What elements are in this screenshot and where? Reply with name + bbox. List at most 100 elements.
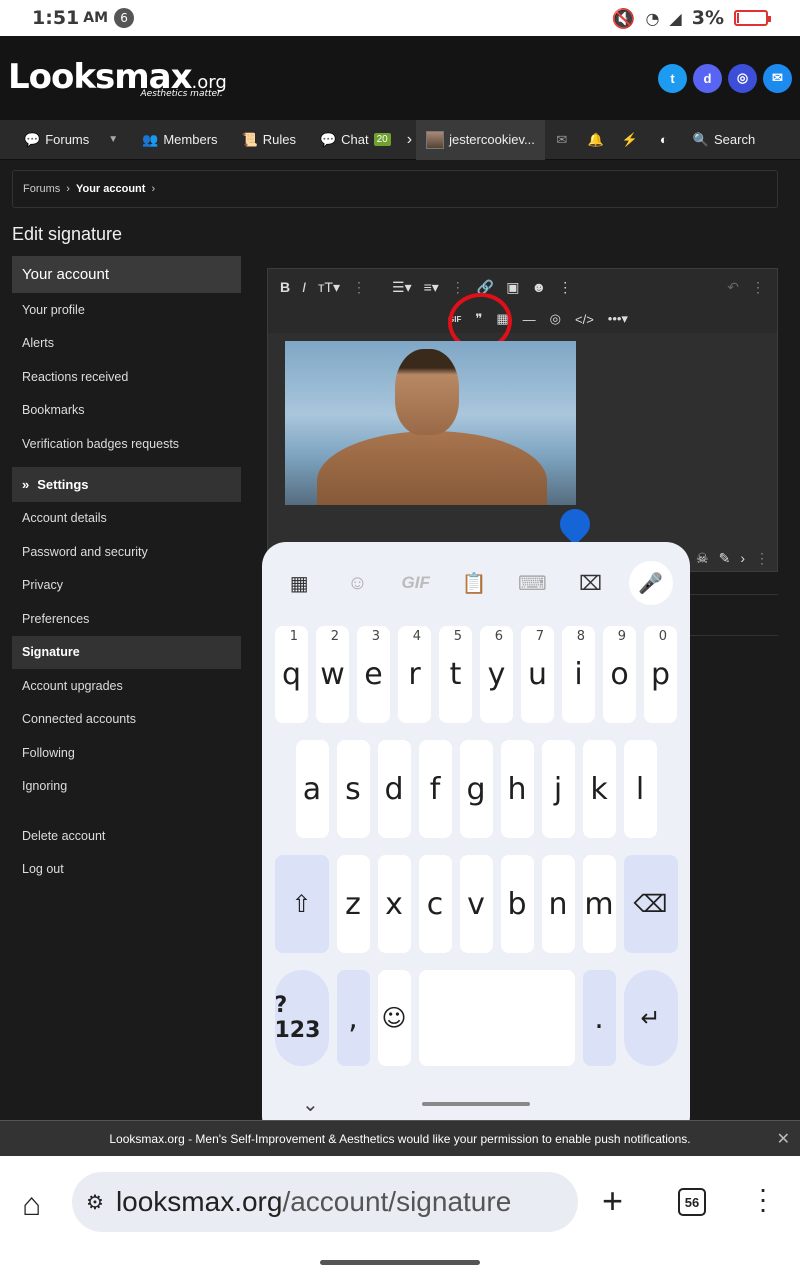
key-n[interactable]: n xyxy=(541,855,575,953)
instagram-icon[interactable]: ◎ xyxy=(728,63,757,93)
nav-chat[interactable]: 💬 Chat 20 xyxy=(308,120,403,160)
breadcrumb-forums[interactable]: Forums xyxy=(23,183,60,195)
discord-icon[interactable]: d xyxy=(693,63,722,93)
list-icon[interactable]: ☰▾ xyxy=(392,279,412,296)
sidebar-item-following[interactable]: Following xyxy=(12,736,241,770)
keyboard-drag-handle[interactable] xyxy=(422,1102,530,1106)
more-vertical-icon[interactable]: ⋮ xyxy=(451,279,465,296)
key-r[interactable]: 4r xyxy=(398,626,431,723)
sidebar-item-account-details[interactable]: Account details xyxy=(12,502,241,536)
code-icon[interactable]: </> xyxy=(575,312,594,327)
sidebar-item-preferences[interactable]: Preferences xyxy=(12,602,241,636)
smiley-icon[interactable]: ☻ xyxy=(531,279,546,295)
sticker-icon[interactable]: ☺ xyxy=(337,572,377,595)
more-vertical-icon[interactable]: ⋮ xyxy=(352,279,366,296)
sticker-icon[interactable]: ✎ xyxy=(719,550,731,567)
key-a[interactable]: a xyxy=(295,740,329,838)
nav-scroll-right[interactable]: › xyxy=(403,120,416,160)
key-c[interactable]: c xyxy=(418,855,452,953)
emoji-key[interactable]: ☺ xyxy=(377,970,411,1066)
new-tab-icon[interactable]: + xyxy=(602,1180,623,1222)
key-q[interactable]: 1q xyxy=(275,626,308,723)
sidebar-item-logout[interactable]: Log out xyxy=(12,853,241,887)
sidebar-item-reactions[interactable]: Reactions received xyxy=(12,360,241,394)
shift-key[interactable]: ⇧ xyxy=(274,855,329,953)
home-icon[interactable]: ⌂ xyxy=(22,1186,41,1223)
sidebar-item-password[interactable]: Password and security xyxy=(12,535,241,569)
sidebar-your-account[interactable]: Your account xyxy=(12,256,241,293)
nav-inbox[interactable]: ✉ xyxy=(545,120,579,160)
align-icon[interactable]: ≡▾ xyxy=(424,279,439,296)
nav-forums[interactable]: 💬 Forums ▼ xyxy=(0,120,130,160)
chevron-down-icon[interactable]: ▼ xyxy=(108,134,118,145)
bold-icon[interactable]: B xyxy=(280,279,290,295)
close-icon[interactable]: ✕ xyxy=(777,1129,790,1149)
nav-user[interactable]: jestercookiev... xyxy=(416,119,545,160)
symbols-key[interactable]: ?123 xyxy=(274,970,329,1066)
skull-icon[interactable]: ☠ xyxy=(696,550,709,567)
tab-count-button[interactable]: 56 xyxy=(678,1188,706,1216)
keyboard-hide-icon[interactable]: ⌄ xyxy=(302,1092,319,1117)
text-selection-handle[interactable] xyxy=(553,502,597,546)
key-x[interactable]: x xyxy=(377,855,411,953)
text-size-icon[interactable]: тT▾ xyxy=(318,279,340,296)
italic-icon[interactable]: I xyxy=(302,279,306,295)
period-key[interactable]: . xyxy=(582,970,616,1066)
key-b[interactable]: b xyxy=(500,855,534,953)
key-e[interactable]: 3e xyxy=(357,626,390,723)
breadcrumb-account[interactable]: Your account xyxy=(76,183,145,195)
nav-members[interactable]: 👥 Members xyxy=(130,120,229,160)
sidebar-item-signature[interactable]: Signature xyxy=(12,635,241,669)
more-vertical-icon[interactable]: ⋮ xyxy=(755,550,769,567)
key-w[interactable]: 2w xyxy=(316,626,349,723)
key-d[interactable]: d xyxy=(377,740,411,838)
twitter-icon[interactable]: t xyxy=(658,63,687,93)
nav-search[interactable]: 🔍 Search xyxy=(681,120,767,160)
enter-key[interactable]: ↵ xyxy=(623,970,678,1066)
keyboard-off-icon[interactable]: ⌧ xyxy=(571,571,611,596)
keyboard-layout-icon[interactable]: ⌨ xyxy=(512,571,552,596)
key-f[interactable]: f xyxy=(418,740,452,838)
key-m[interactable]: m xyxy=(582,855,616,953)
key-z[interactable]: z xyxy=(336,855,370,953)
key-j[interactable]: j xyxy=(541,740,575,838)
sidebar-item-alerts[interactable]: Alerts xyxy=(12,327,241,361)
key-y[interactable]: 6y xyxy=(480,626,513,723)
site-settings-icon[interactable]: ⚙ xyxy=(86,1190,104,1215)
key-t[interactable]: 5t xyxy=(439,626,472,723)
key-p[interactable]: 0p xyxy=(644,626,677,723)
key-o[interactable]: 9o xyxy=(603,626,636,723)
key-g[interactable]: g xyxy=(459,740,493,838)
mic-icon[interactable]: 🎤 xyxy=(628,561,673,605)
comma-key[interactable]: , xyxy=(336,970,370,1066)
sidebar-settings[interactable]: » Settings xyxy=(12,466,241,502)
key-h[interactable]: h xyxy=(500,740,534,838)
keyboard-gif-button[interactable]: GIF xyxy=(396,573,436,593)
nav-alerts[interactable]: 🔔 xyxy=(579,120,613,160)
clipboard-icon[interactable]: 📋 xyxy=(454,571,494,596)
apps-grid-icon[interactable]: ▦ xyxy=(279,571,319,596)
url-bar[interactable]: ⚙ looksmax.org/account/signature xyxy=(72,1172,578,1232)
signature-image[interactable] xyxy=(285,341,576,505)
spoiler-icon[interactable]: ◎ xyxy=(550,311,561,327)
backspace-key[interactable]: ⌫ xyxy=(623,855,678,953)
key-l[interactable]: l xyxy=(623,740,657,838)
nav-style-toggle[interactable]: ◐ xyxy=(647,120,681,160)
more-options-icon[interactable]: •••▾ xyxy=(608,311,628,327)
sidebar-item-bookmarks[interactable]: Bookmarks xyxy=(12,394,241,428)
undo-icon[interactable]: ↶ xyxy=(727,279,739,296)
chevron-right-icon[interactable]: › xyxy=(740,550,745,567)
sidebar-item-connected[interactable]: Connected accounts xyxy=(12,703,241,737)
nav-rules[interactable]: 📜 Rules xyxy=(230,120,308,160)
sidebar-item-privacy[interactable]: Privacy xyxy=(12,569,241,603)
more-vertical-icon[interactable]: ⋮ xyxy=(558,279,572,296)
sidebar-item-delete[interactable]: Delete account xyxy=(12,819,241,853)
key-s[interactable]: s xyxy=(336,740,370,838)
image-icon[interactable]: ▣ xyxy=(506,279,519,296)
space-key[interactable] xyxy=(418,970,575,1066)
sidebar-item-your-profile[interactable]: Your profile xyxy=(12,293,241,327)
more-vertical-icon[interactable]: ⋮ xyxy=(751,279,765,296)
key-v[interactable]: v xyxy=(459,855,493,953)
site-logo[interactable]: Looksmax.org Aesthetics matter. xyxy=(8,57,227,99)
sidebar-item-verification[interactable]: Verification badges requests xyxy=(12,427,241,461)
